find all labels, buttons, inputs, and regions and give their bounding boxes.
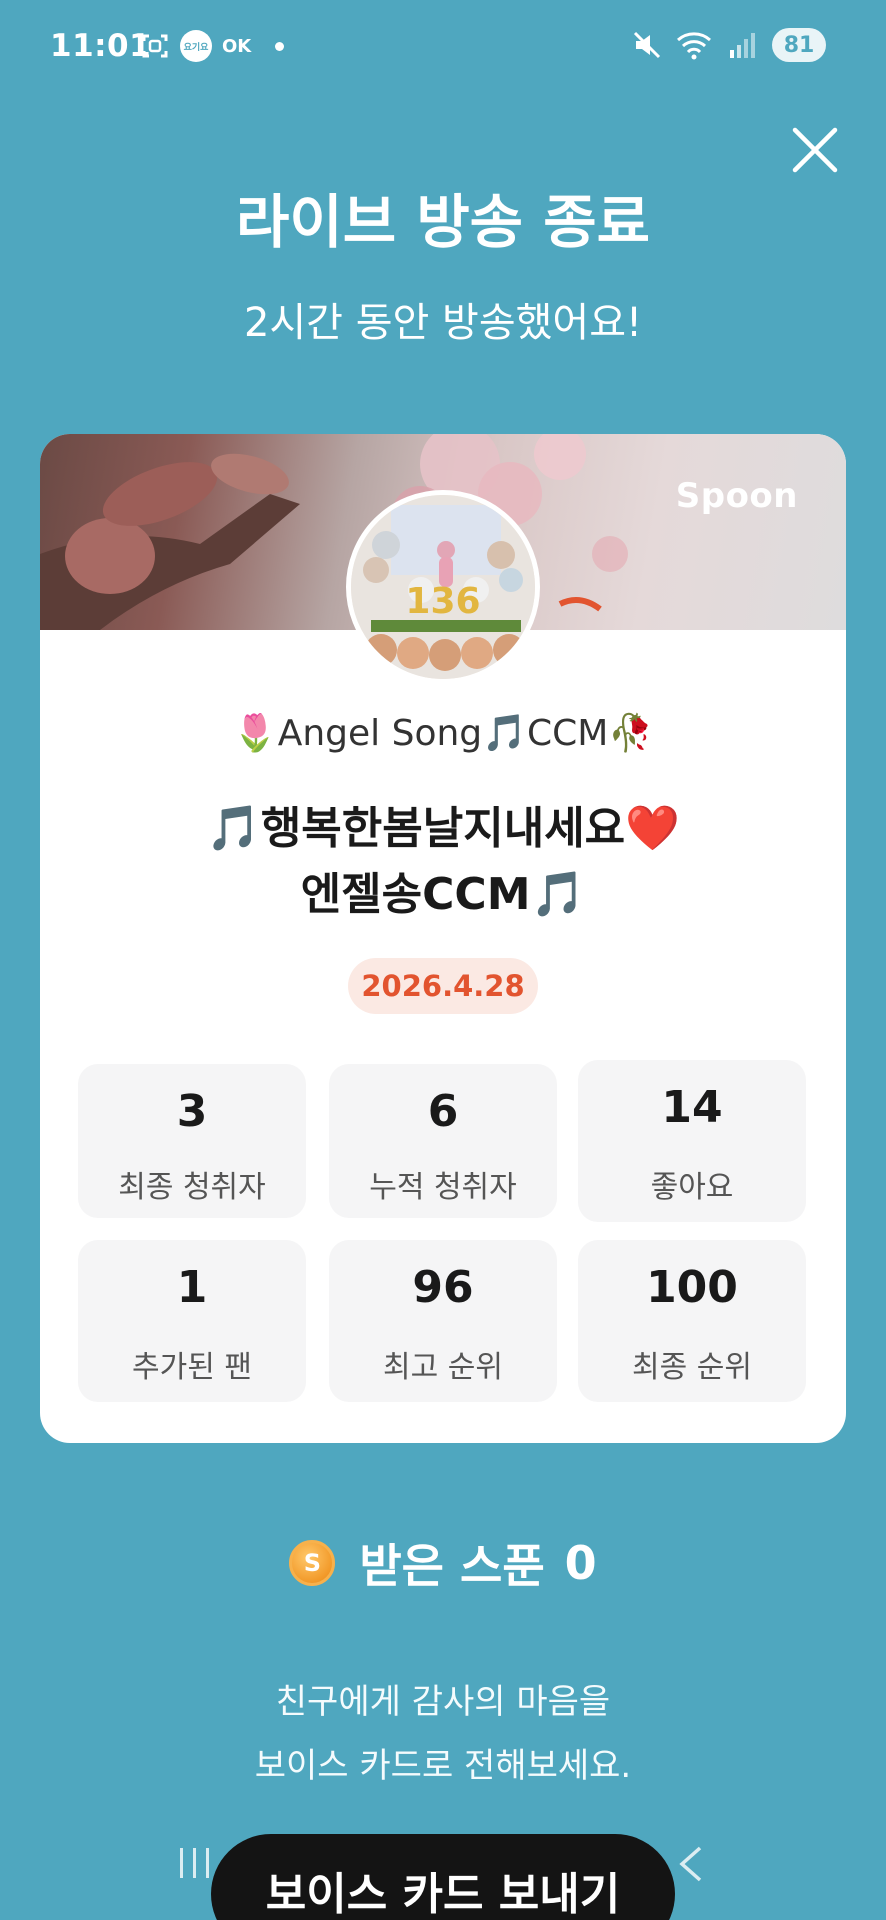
stat-likes: 14 좋아요 [578, 1060, 806, 1222]
stat-label: 추가된 팬 [132, 1350, 252, 1385]
status-left-icons: 요기요 OK [140, 30, 285, 62]
stat-value: 1 [176, 1262, 208, 1313]
send-voice-card-label: 보이스 카드 보내기 [265, 1869, 621, 1920]
avatar-photo: 136 [351, 495, 535, 679]
status-right-icons: 81 [632, 28, 826, 62]
wifi-icon [677, 32, 711, 60]
stat-total-listeners: 6 누적 청취자 [329, 1064, 557, 1218]
send-voice-card-button[interactable]: 보이스 카드 보내기 [211, 1834, 675, 1920]
stat-final-listeners: 3 최종 청취자 [78, 1064, 306, 1218]
received-spoons-count: 0 [564, 1536, 597, 1590]
stat-label: 누적 청취자 [369, 1170, 517, 1205]
stat-value: 96 [412, 1262, 474, 1313]
nav-recent-icon[interactable] [176, 1846, 214, 1880]
notification-dot [275, 41, 285, 51]
mute-icon [633, 31, 661, 59]
stat-label: 최종 순위 [632, 1350, 752, 1385]
page-title: 라이브 방송 종료 [236, 188, 650, 256]
received-spoons-label: 받은 스푼 [359, 1539, 545, 1593]
stat-value: 100 [646, 1262, 738, 1313]
stat-final-rank: 100 최종 순위 [578, 1240, 806, 1402]
close-icon[interactable] [787, 122, 843, 178]
svg-text:136: 136 [405, 581, 480, 622]
broadcast-title-line1: 🎵행복한봄날지내세요❤️ [206, 803, 680, 854]
dj-name: 🌷Angel Song🎵CCM🥀 [232, 713, 654, 754]
broadcast-date-badge: 2026.4.28 [348, 958, 538, 1014]
status-time: 11:01 [50, 28, 152, 64]
broadcast-title: 🎵행복한봄날지내세요❤️ 엔젤송CCM🎵 [80, 796, 806, 928]
stat-new-fans: 1 추가된 팬 [78, 1240, 306, 1402]
received-spoons: S 받은 스푼 0 [0, 1530, 886, 1596]
status-bar: 11:01 요기요 OK 81 [0, 0, 886, 100]
yogiyo-badge-icon: 요기요 [180, 30, 212, 62]
signal-icon [730, 33, 755, 58]
stat-best-rank: 96 최고 순위 [329, 1240, 557, 1402]
spoon-coin-icon: S [289, 1540, 336, 1586]
live-end-screen: 11:01 요기요 OK 81 라이브 방송 종료 2시간 동안 방송했어요! … [0, 0, 886, 1920]
dj-avatar[interactable]: 136 [346, 490, 540, 684]
message-line1: 친구에게 감사의 마음을 [275, 1682, 611, 1722]
stat-value: 3 [176, 1086, 208, 1137]
battery-level: 81 [772, 28, 826, 62]
stat-value: 14 [661, 1082, 723, 1133]
ok-cashbag-icon: OK [222, 35, 252, 57]
stat-label: 최고 순위 [383, 1350, 503, 1385]
screenshot-icon [142, 34, 168, 58]
message-line2: 보이스 카드로 전해보세요. [254, 1746, 632, 1786]
broadcast-duration: 2시간 동안 방송했어요! [243, 300, 643, 346]
voice-card-message: 친구에게 감사의 마음을 보이스 카드로 전해보세요. [0, 1670, 886, 1798]
spoon-logo: Spoon [675, 476, 798, 516]
stat-label: 좋아요 [650, 1170, 734, 1205]
nav-back-icon[interactable] [676, 1844, 706, 1884]
broadcast-result-card: Spoon 136 🌷Angel Song🎵CCM🥀 🎵행복한봄날지내세요❤️ … [40, 434, 846, 1443]
stat-label: 최종 청취자 [118, 1170, 266, 1205]
broadcast-title-line2: 엔젤송CCM🎵 [300, 869, 586, 920]
stat-value: 6 [427, 1086, 459, 1137]
